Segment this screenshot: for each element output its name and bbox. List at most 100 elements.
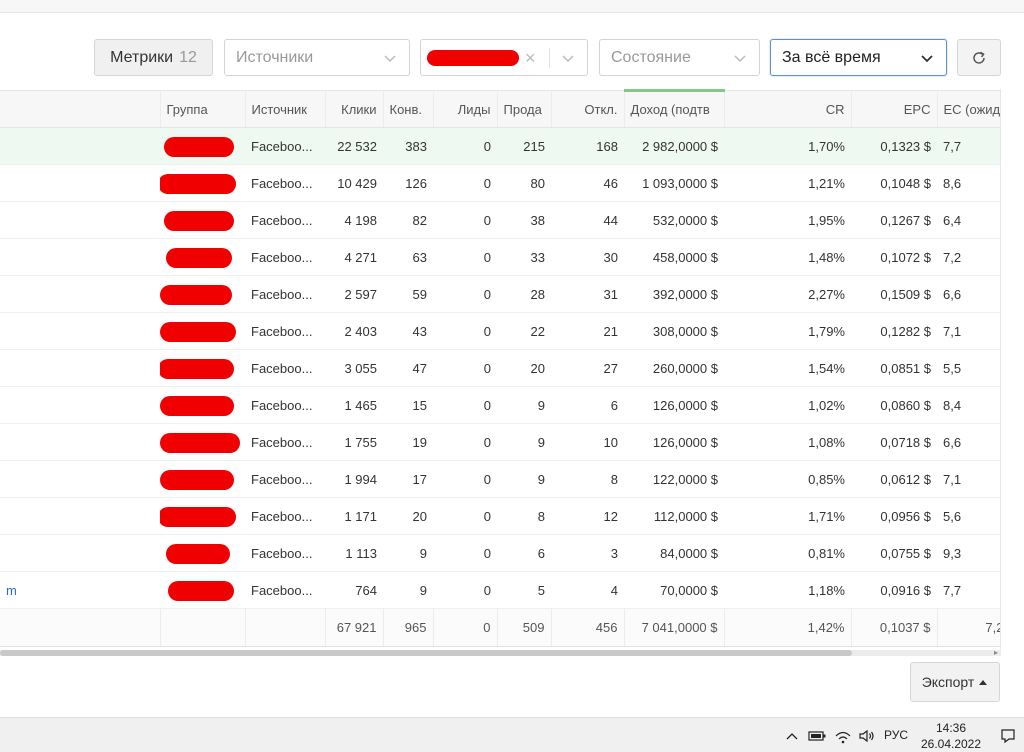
scrollbar-thumb[interactable]: [0, 650, 852, 656]
col-header-conv[interactable]: Конв.: [383, 90, 434, 128]
notifications-icon[interactable]: [996, 718, 1020, 752]
cell-income: 532,0000 $: [624, 201, 724, 239]
table-row[interactable]: Faceboo... 3 055 47 0 20 27 260,0000 $1,54% 0,0…: [0, 349, 1000, 387]
table-row[interactable]: Faceboo... 4 198 82 0 38 44 532,0000 $1,95% 0,1…: [0, 201, 1000, 239]
keyboard-language[interactable]: РУС: [884, 728, 908, 742]
row-group-cell: [160, 164, 245, 202]
redacted-group: [160, 396, 234, 416]
cell-cr: 1,08%: [724, 423, 851, 461]
cell-ec: 8,6: [937, 164, 1000, 202]
cell-leads: 0: [433, 238, 497, 276]
clear-icon[interactable]: ×: [525, 48, 536, 69]
cell-cr: 1,54%: [724, 349, 851, 387]
cell-rejects: 10: [551, 423, 624, 461]
state-placeholder: Состояние: [611, 48, 691, 66]
cell-sales: 33: [497, 238, 551, 276]
battery-icon[interactable]: [806, 718, 828, 752]
state-select[interactable]: Состояние: [599, 39, 760, 76]
cell-income: 2 982,0000 $: [624, 127, 724, 165]
row-name-cell[interactable]: [0, 460, 160, 498]
row-name-cell[interactable]: [0, 127, 160, 165]
period-select[interactable]: За всё время: [770, 39, 947, 76]
caret-up-icon: [979, 680, 988, 685]
cell-conv: 43: [383, 312, 433, 350]
clock-date: 26.04.2022: [920, 737, 982, 751]
row-group-cell: [160, 571, 245, 609]
cell-conv: 63: [383, 238, 433, 276]
row-name-cell[interactable]: [0, 534, 160, 572]
row-name-cell[interactable]: [0, 349, 160, 387]
taskbar-clock[interactable]: 14:36 26.04.2022: [916, 720, 986, 752]
row-group-cell: [160, 349, 245, 387]
horizontal-scrollbar[interactable]: ▸: [0, 648, 1001, 658]
cell-conv: 59: [383, 275, 433, 313]
col-header-clicks[interactable]: Клики: [325, 90, 384, 128]
row-name-link[interactable]: m: [6, 583, 17, 598]
totals-cr: 1,42%: [724, 608, 852, 647]
cell-income: 122,0000 $: [624, 460, 724, 498]
redacted-group: [160, 322, 236, 342]
table-row[interactable]: Faceboo... 22 532 383 0 215 168 2 982,0000 $1,…: [0, 127, 1000, 165]
row-group-cell: [160, 275, 245, 313]
col-header-ec[interactable]: EC (ожид: [937, 90, 1000, 128]
cell-cr: 1,02%: [724, 386, 851, 424]
table-row[interactable]: Faceboo... 1 465 15 0 9 6 126,0000 $1,02% 0,086…: [0, 386, 1000, 424]
stats-table-container[interactable]: Группа Источник Клики Конв. Лиды Прода О…: [0, 89, 1001, 649]
cell-epc: 0,0755 $: [851, 534, 937, 572]
chevron-down-icon: [562, 55, 574, 63]
export-button[interactable]: Экспорт: [910, 662, 1000, 702]
col-header-epc[interactable]: EPC: [851, 90, 938, 128]
sources-select[interactable]: Источники: [224, 39, 410, 76]
table-row[interactable]: Faceboo... 2 597 59 0 28 31 392,0000 $2,27% 0,1…: [0, 275, 1000, 313]
table-row[interactable]: Faceboo... 4 271 63 0 33 30 458,0000 $1,48% 0,1…: [0, 238, 1000, 276]
cell-source: Faceboo...: [245, 460, 325, 498]
col-header-income[interactable]: Доход (подтв: [624, 89, 725, 128]
table-row[interactable]: Faceboo... 1 171 20 0 8 12 112,0000 $1,71% 0,09…: [0, 497, 1000, 535]
redacted-filter-select[interactable]: ×: [420, 39, 588, 76]
volume-icon[interactable]: [856, 718, 878, 752]
cell-epc: 0,0916 $: [851, 571, 937, 609]
table-row[interactable]: Faceboo... 1 994 17 0 9 8 122,0000 $0,85% 0,061…: [0, 460, 1000, 498]
row-name-cell[interactable]: [0, 312, 160, 350]
tray-chevron-up-icon[interactable]: [782, 718, 802, 752]
cell-sales: 80: [497, 164, 551, 202]
row-name-cell[interactable]: [0, 238, 160, 276]
cell-leads: 0: [433, 312, 497, 350]
row-group-cell: [160, 312, 245, 350]
cell-epc: 0,1282 $: [851, 312, 937, 350]
row-name-cell[interactable]: [0, 275, 160, 313]
table-row[interactable]: m Faceboo... 764 9 0 5 4 70,0000 $1,18% 0,0916 $…: [0, 571, 1000, 609]
col-header-group[interactable]: Группа: [160, 90, 246, 128]
col-header-source[interactable]: Источник: [245, 90, 326, 128]
cell-clicks: 10 429: [325, 164, 383, 202]
row-name-cell[interactable]: [0, 497, 160, 535]
metrics-button[interactable]: Метрики 12: [94, 39, 213, 76]
row-name-cell[interactable]: [0, 423, 160, 461]
cell-sales: 5: [497, 571, 551, 609]
col-header-name[interactable]: [0, 90, 161, 128]
row-group-cell: [160, 238, 245, 276]
row-name-cell[interactable]: [0, 201, 160, 239]
refresh-button[interactable]: [957, 39, 1001, 76]
col-header-sales[interactable]: Прода: [497, 90, 552, 128]
table-row[interactable]: Faceboo... 2 403 43 0 22 21 308,0000 $1,79% 0,1…: [0, 312, 1000, 350]
col-header-leads[interactable]: Лиды: [433, 90, 498, 128]
cell-clicks: 22 532: [325, 127, 383, 165]
cell-income: 70,0000 $: [624, 571, 724, 609]
cell-conv: 20: [383, 497, 433, 535]
row-name-cell[interactable]: [0, 164, 160, 202]
cell-ec: 6,6: [937, 423, 1000, 461]
table-row[interactable]: Faceboo... 1 755 19 0 9 10 126,0000 $1,08% 0,07…: [0, 423, 1000, 461]
col-header-cr[interactable]: CR: [724, 90, 852, 128]
totals-ec: 7,2: [937, 608, 1000, 647]
row-name-cell[interactable]: [0, 386, 160, 424]
table-row[interactable]: Faceboo... 10 429 126 0 80 46 1 093,0000 $1,21…: [0, 164, 1000, 202]
scroll-right-arrow-icon[interactable]: ▸: [991, 648, 1001, 658]
table-row[interactable]: Faceboo... 1 113 9 0 6 3 84,0000 $0,81% 0,0755 …: [0, 534, 1000, 572]
wifi-icon[interactable]: [832, 718, 854, 752]
col-header-rejects[interactable]: Откл.: [551, 90, 625, 128]
cell-ec: 8,4: [937, 386, 1000, 424]
row-name-cell[interactable]: m: [0, 571, 160, 609]
cell-income: 308,0000 $: [624, 312, 724, 350]
redacted-group: [168, 581, 234, 601]
